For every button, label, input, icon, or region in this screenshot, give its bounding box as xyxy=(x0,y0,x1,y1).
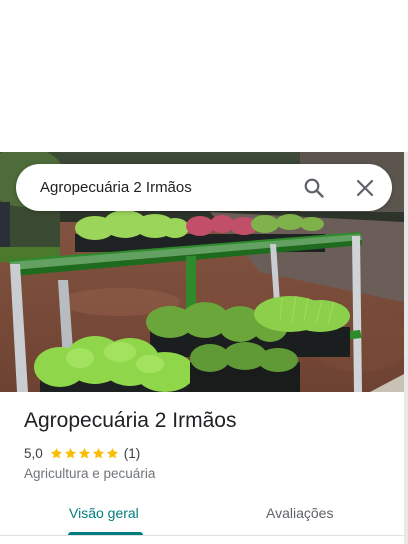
place-title: Agropecuária 2 Irmãos xyxy=(24,409,237,432)
tab-divider xyxy=(0,535,404,536)
search-input[interactable]: Agropecuária 2 Irmãos xyxy=(40,164,192,211)
review-count[interactable]: (1) xyxy=(124,446,141,461)
tab-reviews[interactable]: Avaliações xyxy=(266,505,333,521)
rating-row[interactable]: 5,0 (1) xyxy=(24,444,140,462)
star-icon xyxy=(92,447,104,458)
place-category[interactable]: Agricultura e pecuária xyxy=(24,466,155,481)
maps-place-panel: Agropecuária 2 Irmãos Agropecuária 2 Irm… xyxy=(0,0,408,544)
rating-stars xyxy=(50,447,120,460)
star-icon xyxy=(64,447,76,458)
map-blank-area[interactable] xyxy=(0,0,408,152)
close-icon[interactable] xyxy=(352,175,378,201)
place-info: Agropecuária 2 Irmãos 5,0 (1) Agricultur… xyxy=(0,392,404,544)
search-bar[interactable]: Agropecuária 2 Irmãos xyxy=(16,164,392,211)
scrollbar-track[interactable] xyxy=(404,152,408,544)
star-icon xyxy=(78,447,90,458)
star-icon xyxy=(50,447,62,458)
star-icon xyxy=(106,447,118,458)
search-icon[interactable] xyxy=(302,176,326,200)
rating-value: 5,0 xyxy=(24,445,43,461)
tab-overview[interactable]: Visão geral xyxy=(69,505,139,521)
